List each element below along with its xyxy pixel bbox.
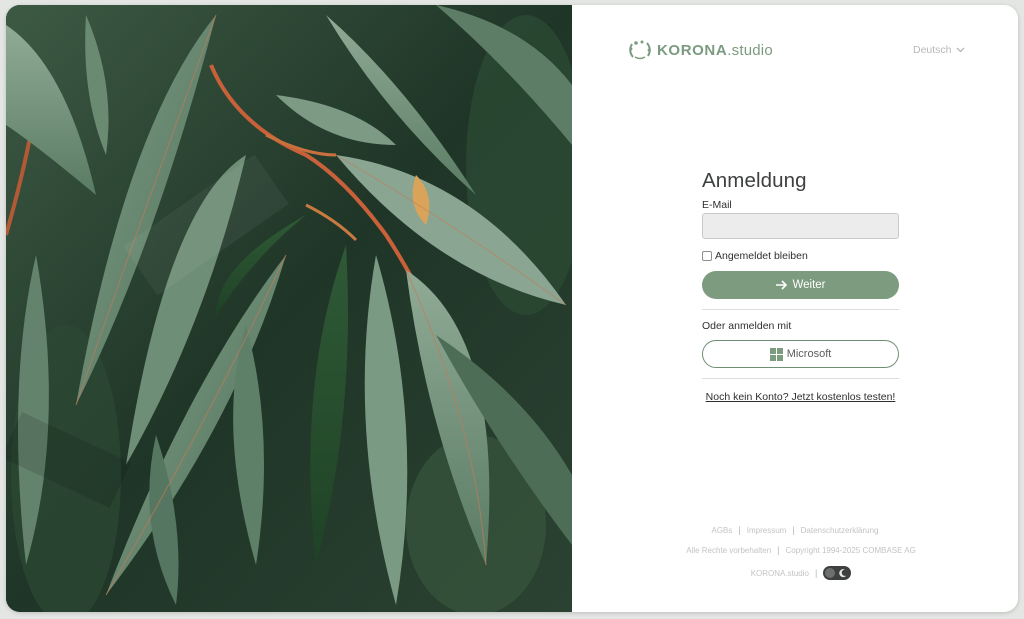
microsoft-logo-icon	[769, 347, 783, 361]
login-panel: KORONA.studio Deutsch Anmeldung E-Mail A…	[572, 5, 1018, 612]
next-button[interactable]: Weiter	[702, 271, 899, 299]
wreath-logo-icon	[629, 40, 651, 60]
imprint-link[interactable]: Impressum	[747, 526, 787, 535]
remember-checkbox[interactable]	[702, 251, 712, 261]
product-name: KORONA.studio	[750, 568, 809, 578]
next-button-label: Weiter	[792, 279, 826, 291]
microsoft-login-button[interactable]: Microsoft	[702, 340, 899, 368]
email-label: E-Mail	[702, 199, 732, 211]
terms-link[interactable]: AGBs	[712, 526, 733, 535]
brand-name: KORONA.studio	[657, 41, 773, 59]
email-field[interactable]	[702, 213, 899, 239]
arrow-right-icon	[776, 280, 788, 290]
divider	[702, 378, 899, 379]
language-label: Deutsch	[913, 44, 952, 56]
language-selector[interactable]: Deutsch	[913, 44, 965, 56]
rights-text: Alle Rechte vorbehalten	[686, 545, 772, 555]
moon-icon	[839, 569, 847, 578]
footer-separator: |	[777, 545, 780, 555]
toggle-knob	[825, 568, 836, 578]
footer-separator: |	[814, 568, 818, 578]
eucalyptus-leaves-image	[6, 5, 572, 612]
brand-logo[interactable]: KORONA.studio	[627, 39, 773, 61]
copyright-text: Copyright 1994-2025 COMBASE AG	[785, 545, 916, 555]
remember-label[interactable]: Angemeldet bleiben	[715, 250, 808, 262]
login-window: KORONA.studio Deutsch Anmeldung E-Mail A…	[6, 5, 1018, 612]
eucalyptus-photo	[6, 5, 572, 612]
remember-me[interactable]: Angemeldet bleiben	[702, 250, 899, 262]
footer-separator: |	[738, 525, 741, 535]
microsoft-button-label: Microsoft	[786, 348, 832, 360]
login-form: Anmeldung E-Mail Angemeldet bleiben Weit…	[702, 169, 899, 403]
footer-links: AGBs | Impressum | Datenschutzerklärung	[572, 525, 1018, 535]
chevron-down-icon	[956, 47, 964, 53]
page-title: Anmeldung	[702, 169, 807, 192]
signup-link[interactable]: Noch kein Konto? Jetzt kostenlos testen!	[702, 391, 899, 403]
footer-copyright: Alle Rechte vorbehalten | Copyright 1994…	[578, 545, 1018, 555]
alt-login-label: Oder anmelden mit	[702, 320, 792, 332]
privacy-link[interactable]: Datenschutzerklärung	[801, 526, 879, 535]
divider	[702, 309, 899, 310]
footer-separator: |	[792, 525, 795, 535]
dark-mode-toggle[interactable]	[823, 566, 852, 580]
footer-product: KORONA.studio |	[578, 566, 1018, 580]
